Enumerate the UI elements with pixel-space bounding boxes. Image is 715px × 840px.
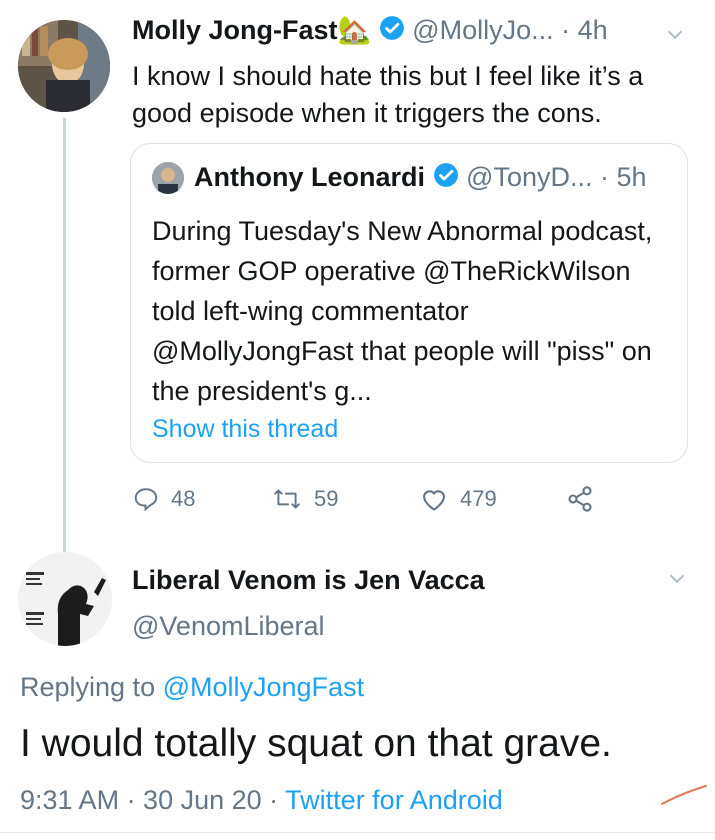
retweet-count: 59	[314, 486, 339, 511]
divider	[0, 832, 715, 833]
pen-mark	[660, 780, 710, 815]
replying-prefix: Replying to	[20, 672, 163, 702]
tweet-meta: 9:31 AM · 30 Jun 20 · Twitter for Androi…	[20, 781, 503, 819]
reply-text: I would totally squat on that grave.	[20, 722, 612, 765]
source-link[interactable]: Twitter for Android	[285, 785, 503, 815]
replying-to: Replying to @MollyJongFast	[20, 667, 364, 707]
like-count: 479	[460, 486, 497, 511]
reply-timestamp[interactable]: 9:31 AM · 30 Jun 20 ·	[20, 785, 285, 815]
like-button[interactable]: 479	[420, 482, 497, 516]
share-button[interactable]	[566, 482, 606, 516]
retweet-button[interactable]: 59	[272, 482, 338, 516]
quoted-avatar	[152, 162, 184, 194]
chevron-down-icon[interactable]	[664, 24, 686, 51]
verified-badge-icon	[379, 12, 405, 52]
avatar[interactable]	[18, 20, 110, 112]
avatar[interactable]	[18, 552, 112, 646]
quoted-time: · 5h	[600, 162, 647, 192]
author-handle[interactable]: @MollyJo...	[412, 15, 553, 45]
heart-icon	[423, 490, 445, 511]
quoted-author-name: Anthony Leonardi	[194, 162, 425, 192]
show-thread-link[interactable]: Show this thread	[152, 412, 338, 446]
tweet-time[interactable]: · 4h	[561, 15, 608, 45]
quoted-text: During Tuesday's New Abnormal podcast, f…	[152, 216, 653, 406]
retweet-icon	[274, 489, 300, 509]
author-name[interactable]: Molly Jong-Fast	[132, 15, 338, 45]
thread-line	[63, 118, 66, 558]
chevron-down-icon[interactable]	[666, 568, 688, 595]
reply-author-name[interactable]: Liberal Venom is Jen Vacca	[132, 560, 485, 600]
reply-button[interactable]: 48	[133, 482, 195, 516]
quoted-author-handle: @TonyD...	[466, 162, 593, 192]
quoted-header: Anthony Leonardi @TonyD... · 5h	[194, 157, 647, 199]
reply-icon	[134, 488, 158, 512]
name-emoji: 🏡	[337, 15, 372, 45]
reply-author-handle[interactable]: @VenomLiberal	[132, 607, 325, 645]
share-icon	[568, 486, 592, 512]
reply-count: 48	[171, 486, 196, 511]
tweet-header: Molly Jong-Fast🏡 @MollyJo... · 4h	[132, 10, 608, 52]
replying-handle-link[interactable]: @MollyJongFast	[163, 672, 364, 702]
tweet-text: I know I should hate this but I feel lik…	[132, 61, 644, 128]
verified-badge-icon	[433, 159, 459, 199]
